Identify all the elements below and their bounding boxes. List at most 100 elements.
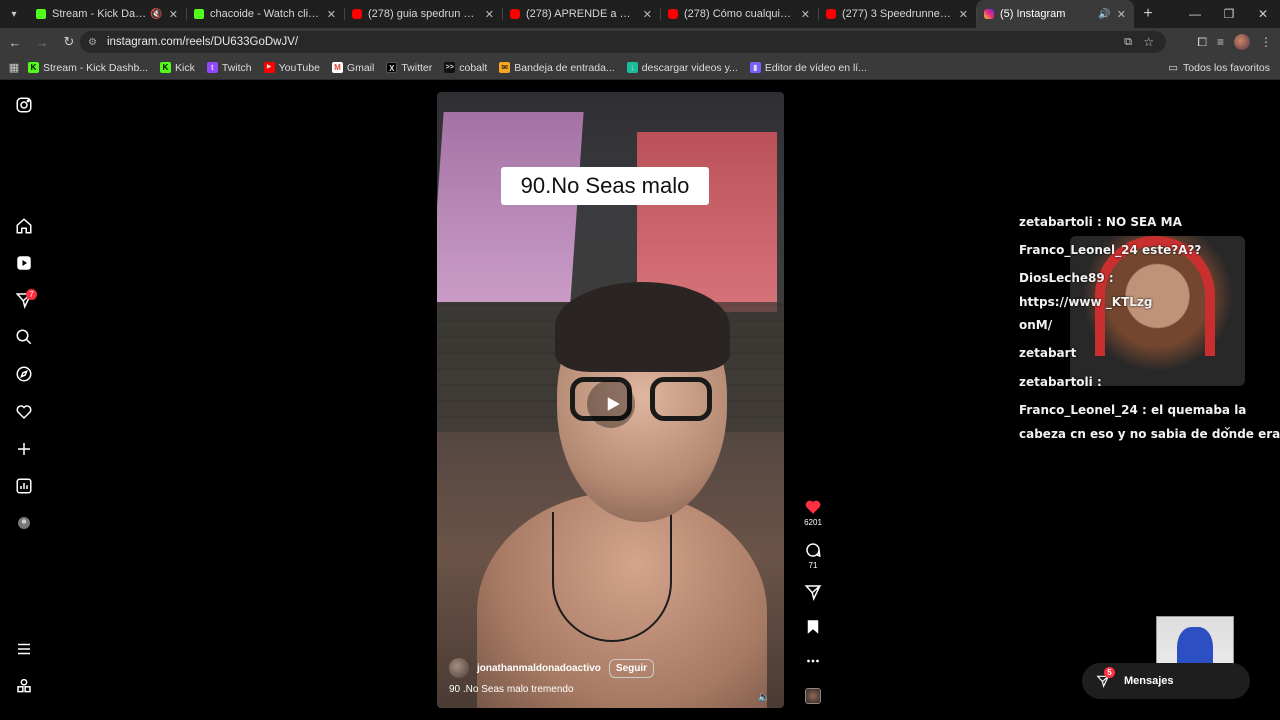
volume-icon[interactable]: 🔈 — [758, 692, 770, 703]
tab-audio-icon[interactable]: 🔊 — [1098, 9, 1110, 20]
reel-description: 90 .No Seas malo tremendo — [449, 684, 574, 695]
more-options[interactable] — [798, 652, 828, 670]
tab-3[interactable]: (278) APRENDE a HACER un SP ✕ — [502, 0, 660, 28]
all-favorites[interactable]: ▭ Todos los favoritos — [1168, 62, 1270, 74]
media-controls-icon[interactable]: ≡ — [1217, 35, 1224, 49]
bookmark-item[interactable]: >> cobalt — [444, 62, 487, 74]
video-scene-cloth — [437, 112, 584, 302]
play-icon — [607, 397, 620, 411]
follow-button[interactable]: Seguir — [608, 658, 655, 678]
restore-icon[interactable]: ❐ — [1212, 0, 1246, 28]
tab-close-icon[interactable]: ✕ — [169, 8, 178, 21]
audio-thumbnail[interactable] — [805, 688, 821, 704]
toolbar: ← → ↻ ⚙ instagram.com/reels/DU633GoDwJV/… — [0, 28, 1280, 56]
close-window-icon[interactable]: ✕ — [1246, 0, 1280, 28]
reel-author: jonathanmaldonadoactivo Seguir — [449, 658, 769, 678]
dashboard-icon[interactable] — [14, 476, 34, 496]
home-icon[interactable] — [14, 216, 34, 236]
browser-menu-icon[interactable]: ⋮ — [1260, 35, 1272, 49]
bookmark-item[interactable]: ▮ Editor de vídeo en lí... — [749, 62, 867, 74]
explore-icon[interactable] — [14, 364, 34, 384]
video-scene-necklace — [552, 512, 672, 642]
bookmark-item[interactable]: K Stream - Kick Dashb... — [28, 62, 148, 74]
play-button[interactable] — [587, 380, 635, 428]
reel-video[interactable]: 90.No Seas malo jonathanmaldonadoactivo … — [437, 92, 784, 708]
comment-action[interactable]: 71 — [798, 541, 828, 570]
bookmark-item[interactable]: X Twitter — [386, 62, 432, 74]
apps-grid-icon[interactable]: ▦ — [0, 61, 28, 74]
back-icon[interactable]: ← — [3, 30, 27, 54]
search-icon[interactable] — [14, 327, 34, 347]
author-username[interactable]: jonathanmaldonadoactivo — [477, 663, 601, 674]
tab-title: (277) 3 Speedrunners pillados — [842, 8, 953, 20]
reels-icon[interactable] — [14, 253, 34, 273]
youtube-favicon-icon — [352, 9, 362, 19]
bookmark-icon — [807, 620, 819, 634]
chat-message: DiosLeche89 : — [1019, 271, 1114, 285]
profile-avatar[interactable] — [14, 513, 34, 533]
extensions-icon[interactable]: ⧠ — [1197, 35, 1207, 50]
bookmark-item[interactable]: t Twitch — [206, 62, 252, 74]
twitch-icon: t — [206, 62, 218, 73]
chat-message: https://www _KTLzg — [1019, 295, 1153, 309]
tab-close-icon[interactable]: ✕ — [959, 8, 968, 21]
tab-close-icon[interactable]: ✕ — [801, 8, 810, 21]
menu-icon[interactable] — [14, 639, 34, 659]
heart-icon[interactable] — [14, 402, 34, 422]
tab-4[interactable]: (278) Cómo cualquiera puede ✕ — [660, 0, 818, 28]
tab-title: (278) APRENDE a HACER un SP — [526, 8, 637, 20]
minimize-icon[interactable]: — — [1178, 0, 1212, 28]
kick-icon: K — [28, 62, 39, 73]
create-icon[interactable] — [14, 439, 34, 459]
heart-filled-icon — [805, 500, 821, 514]
chat-message: zetabart — [1019, 346, 1077, 360]
instagram-logo-icon[interactable] — [14, 95, 34, 115]
site-info-icon[interactable]: ⚙ — [88, 37, 97, 48]
like-count: 6201 — [804, 518, 822, 527]
tab-close-icon[interactable]: ✕ — [485, 8, 494, 21]
youtube-favicon-icon — [510, 9, 520, 19]
new-tab-button[interactable]: + — [1134, 0, 1162, 28]
kick-favicon-icon — [36, 9, 46, 19]
tab-close-icon[interactable]: ✕ — [643, 8, 652, 21]
toolbar-right: ⧠ ≡ ⋮ — [1197, 30, 1272, 54]
bookmark-star-icon[interactable]: ☆ — [1143, 35, 1154, 49]
share-action[interactable] — [798, 583, 828, 601]
more-icon[interactable] — [14, 676, 34, 696]
tab-title: (5) Instagram — [1000, 8, 1066, 20]
bookmark-item[interactable]: K Kick — [160, 62, 195, 74]
tab-title: (278) guia spedrun minecraft o — [368, 8, 479, 20]
profile-avatar[interactable] — [1234, 34, 1250, 50]
tab-title: chacoide - Watch clips on Kick — [210, 8, 321, 20]
address-bar[interactable]: ⚙ instagram.com/reels/DU633GoDwJV/ ⧉ ☆ — [80, 31, 1166, 53]
tab-close-icon[interactable]: ✕ — [1117, 8, 1126, 21]
youtube-icon: ▶ — [263, 62, 275, 73]
tab-5[interactable]: (277) 3 Speedrunners pillados ✕ — [818, 0, 976, 28]
reel-caption-overlay: 90.No Seas malo — [501, 167, 709, 205]
cobalt-icon: >> — [444, 62, 456, 73]
author-avatar[interactable] — [449, 658, 469, 678]
tab-6[interactable]: (5) Instagram 🔊 ✕ — [976, 0, 1134, 28]
forward-icon[interactable]: → — [30, 30, 54, 54]
messages-button[interactable]: 5 Mensajes — [1082, 663, 1250, 699]
install-app-icon[interactable]: ⧉ — [1124, 36, 1132, 49]
chat-message: Franco_Leonel_24 este?A?? — [1019, 243, 1202, 257]
tab-strip: ▾ Stream - Kick Dashboard 🔇 ✕ chacoide -… — [0, 0, 1280, 28]
tab-1[interactable]: chacoide - Watch clips on Kick ✕ — [186, 0, 344, 28]
bookmark-item[interactable]: ▶ YouTube — [263, 62, 320, 74]
bookmark-item[interactable]: ✉ Bandeja de entrada... — [499, 62, 615, 74]
tab-muted-icon[interactable]: 🔇 — [150, 9, 162, 20]
tab-title: (278) Cómo cualquiera puede — [684, 8, 795, 20]
like-action[interactable]: 6201 — [798, 498, 828, 527]
bookmark-item[interactable]: M Gmail — [331, 62, 374, 74]
tab-2[interactable]: (278) guia spedrun minecraft o ✕ — [344, 0, 502, 28]
youtube-favicon-icon — [668, 9, 678, 19]
bookmark-item[interactable]: ↓ descargar videos y... — [626, 62, 738, 74]
save-action[interactable] — [798, 618, 828, 636]
chevron-down-icon[interactable]: ⌄ — [1222, 418, 1233, 434]
stream-chat-overlay: zetabartoli : NO SEA MA Franco_Leonel_24… — [1015, 211, 1280, 451]
tab-search-button[interactable]: ▾ — [0, 0, 28, 28]
reload-icon[interactable]: ↻ — [57, 30, 81, 54]
tab-0[interactable]: Stream - Kick Dashboard 🔇 ✕ — [28, 0, 186, 28]
tab-close-icon[interactable]: ✕ — [327, 8, 336, 21]
